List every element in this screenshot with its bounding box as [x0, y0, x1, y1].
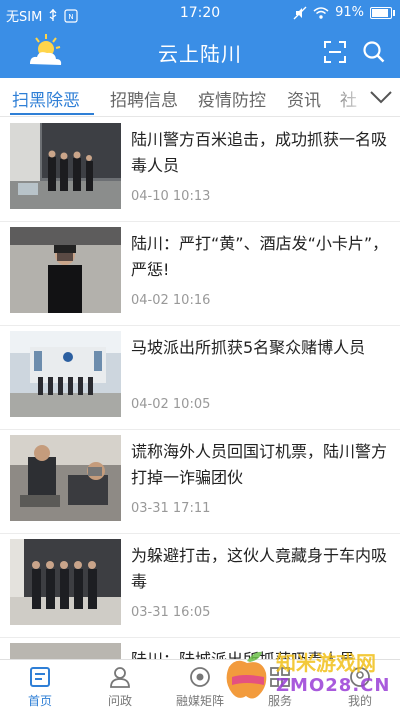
- news-item[interactable]: 谎称海外人员回国订机票，陆川警方打掉一诈骗团伙 03-31 17:11: [0, 429, 400, 534]
- watermark-url: ZMO28.CN: [276, 675, 391, 696]
- status-right: 91%: [293, 5, 395, 20]
- tab-jobs[interactable]: 招聘信息: [110, 86, 178, 111]
- news-time: 03-31 16:05: [131, 605, 211, 620]
- status-bar: 无SIM N 17:20 91%: [0, 0, 400, 28]
- user-icon: [110, 667, 130, 688]
- news-thumbnail: [10, 643, 121, 660]
- home-icon: [30, 667, 50, 687]
- news-title: 谎称海外人员回国订机票，陆川警方打掉一诈骗团伙: [131, 442, 388, 487]
- nav-label: 首页: [27, 694, 52, 708]
- app-header: 云上陆川: [0, 28, 400, 78]
- news-item[interactable]: 陆川警方百米追击，成功抓获一名吸毒人员 04-10 10:13: [0, 117, 400, 222]
- scan-icon[interactable]: [324, 41, 346, 63]
- tab-epidemic[interactable]: 疫情防控: [198, 86, 266, 111]
- news-time: 04-02 10:16: [131, 293, 211, 308]
- news-title: 马坡派出所抓获5名聚众赌博人员: [131, 338, 366, 357]
- media-icon: [190, 667, 210, 687]
- news-item[interactable]: 为躲避打击，这伙人竟藏身于车内吸毒 03-31 16:05: [0, 533, 400, 638]
- apple-logo-icon: [226, 651, 267, 699]
- news-title: 为躲避打击，这伙人竟藏身于车内吸毒: [131, 546, 388, 591]
- news-thumbnail: [10, 227, 121, 313]
- news-item[interactable]: 马坡派出所抓获5名聚众赌博人员 04-02 10:05: [0, 325, 400, 430]
- wifi-icon: [313, 6, 329, 19]
- news-item[interactable]: 陆川：严打“黄”、酒店发“小卡片”，严惩! 04-02 10:16: [0, 221, 400, 326]
- nav-home[interactable]: 首页: [0, 660, 80, 711]
- news-thumbnail: [10, 123, 121, 209]
- nav-label: 问政: [107, 694, 132, 708]
- news-time: 03-31 17:11: [131, 501, 211, 516]
- battery-level: [372, 8, 388, 17]
- chevron-down-icon[interactable]: [368, 84, 394, 110]
- category-tabs: 扫黑除恶 招聘信息 疫情防控 资讯 社: [0, 78, 400, 117]
- tab-news[interactable]: 资讯: [287, 86, 321, 111]
- nav-inquiry[interactable]: 问政: [80, 660, 160, 711]
- active-tab-indicator: [10, 113, 94, 115]
- news-title: 陆川：严打“黄”、酒店发“小卡片”，严惩!: [131, 234, 389, 279]
- search-icon[interactable]: [362, 40, 386, 64]
- battery-percent: 91%: [335, 5, 364, 20]
- watermark-title: 知米游戏网: [276, 651, 376, 675]
- news-time: 04-10 10:13: [131, 189, 211, 204]
- news-time: 04-02 10:05: [131, 397, 211, 412]
- tab-sweep-crime[interactable]: 扫黑除恶: [12, 86, 80, 111]
- site-watermark: 知米游戏网 ZMO28.CN: [224, 643, 394, 705]
- mute-icon: [293, 6, 307, 19]
- news-title: 陆川警方百米追击，成功抓获一名吸毒人员: [131, 130, 388, 175]
- news-thumbnail: [10, 435, 121, 521]
- news-thumbnail: [10, 539, 121, 625]
- news-thumbnail: [10, 331, 121, 417]
- news-list: 陆川警方百米追击，成功抓获一名吸毒人员 04-10 10:13 陆川：严打“黄”…: [0, 117, 400, 660]
- battery-icon: [370, 6, 395, 19]
